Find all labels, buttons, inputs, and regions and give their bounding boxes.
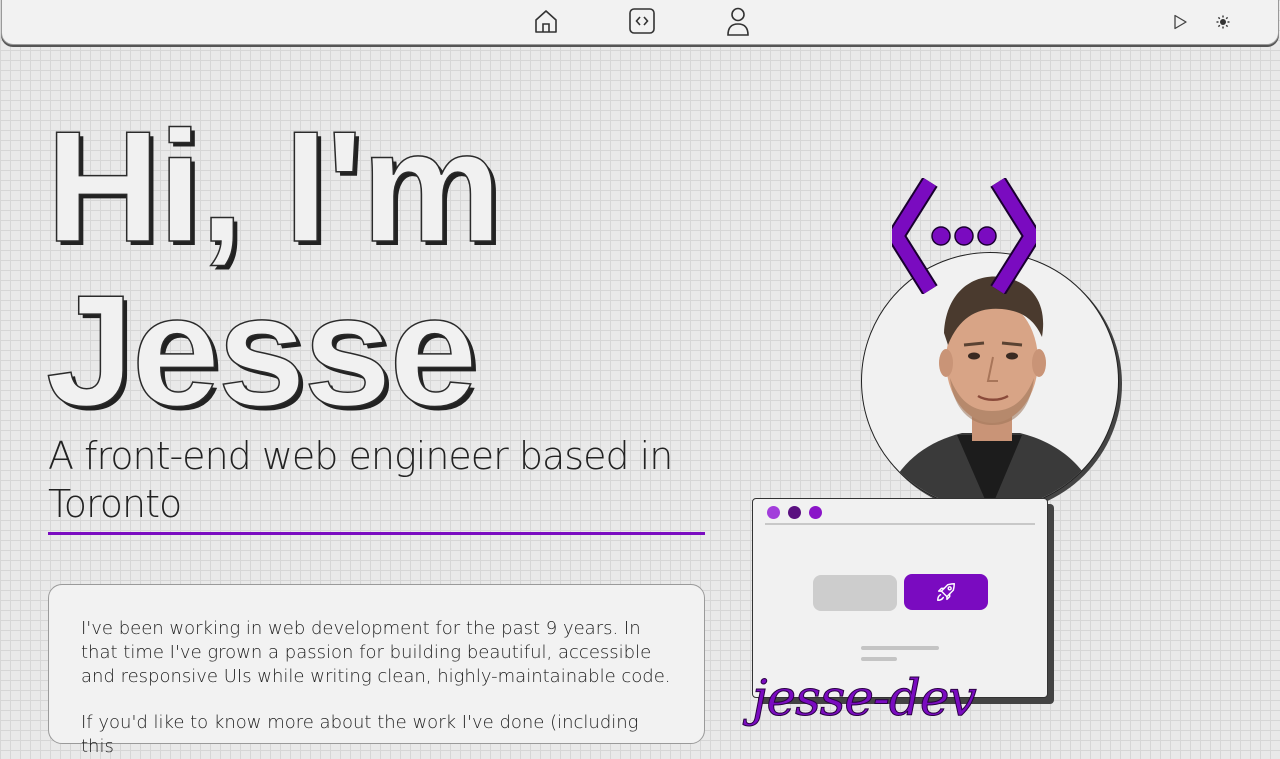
hero-greeting: Hi, I'm <box>45 99 502 275</box>
code-icon <box>629 8 655 34</box>
placeholder-line <box>861 646 939 650</box>
hero-name: Jesse <box>45 263 478 439</box>
brand-handle: jesse-dev <box>752 669 978 728</box>
rocket-icon <box>937 583 955 601</box>
nav-about-button[interactable] <box>721 4 755 38</box>
placeholder-button <box>813 575 897 611</box>
placeholder-line <box>861 657 897 661</box>
code-logo-icon <box>892 178 1036 294</box>
sun-icon <box>1216 15 1230 29</box>
about-paragraph: I've been working in web development for… <box>81 618 671 687</box>
nav-code-button[interactable] <box>625 4 659 38</box>
top-navigation-bar <box>1 0 1279 45</box>
play-icon <box>1174 14 1187 30</box>
hero-subtitle: A front-end web engineer based in Toront… <box>48 434 673 526</box>
about-paragraph: If you'd like to know more about the wor… <box>81 712 639 757</box>
home-icon <box>535 10 557 33</box>
nav-home-button[interactable] <box>529 4 563 38</box>
browser-toolbar-divider <box>765 523 1035 525</box>
play-animation-button[interactable] <box>1168 10 1192 34</box>
theme-toggle-button[interactable] <box>1211 10 1235 34</box>
about-card: I've been working in web development for… <box>48 584 705 757</box>
window-dot <box>809 506 822 519</box>
user-icon <box>727 7 749 36</box>
launch-button[interactable] <box>904 574 988 610</box>
window-dot <box>788 506 801 519</box>
subtitle-underline <box>48 532 705 535</box>
window-dot <box>767 506 780 519</box>
